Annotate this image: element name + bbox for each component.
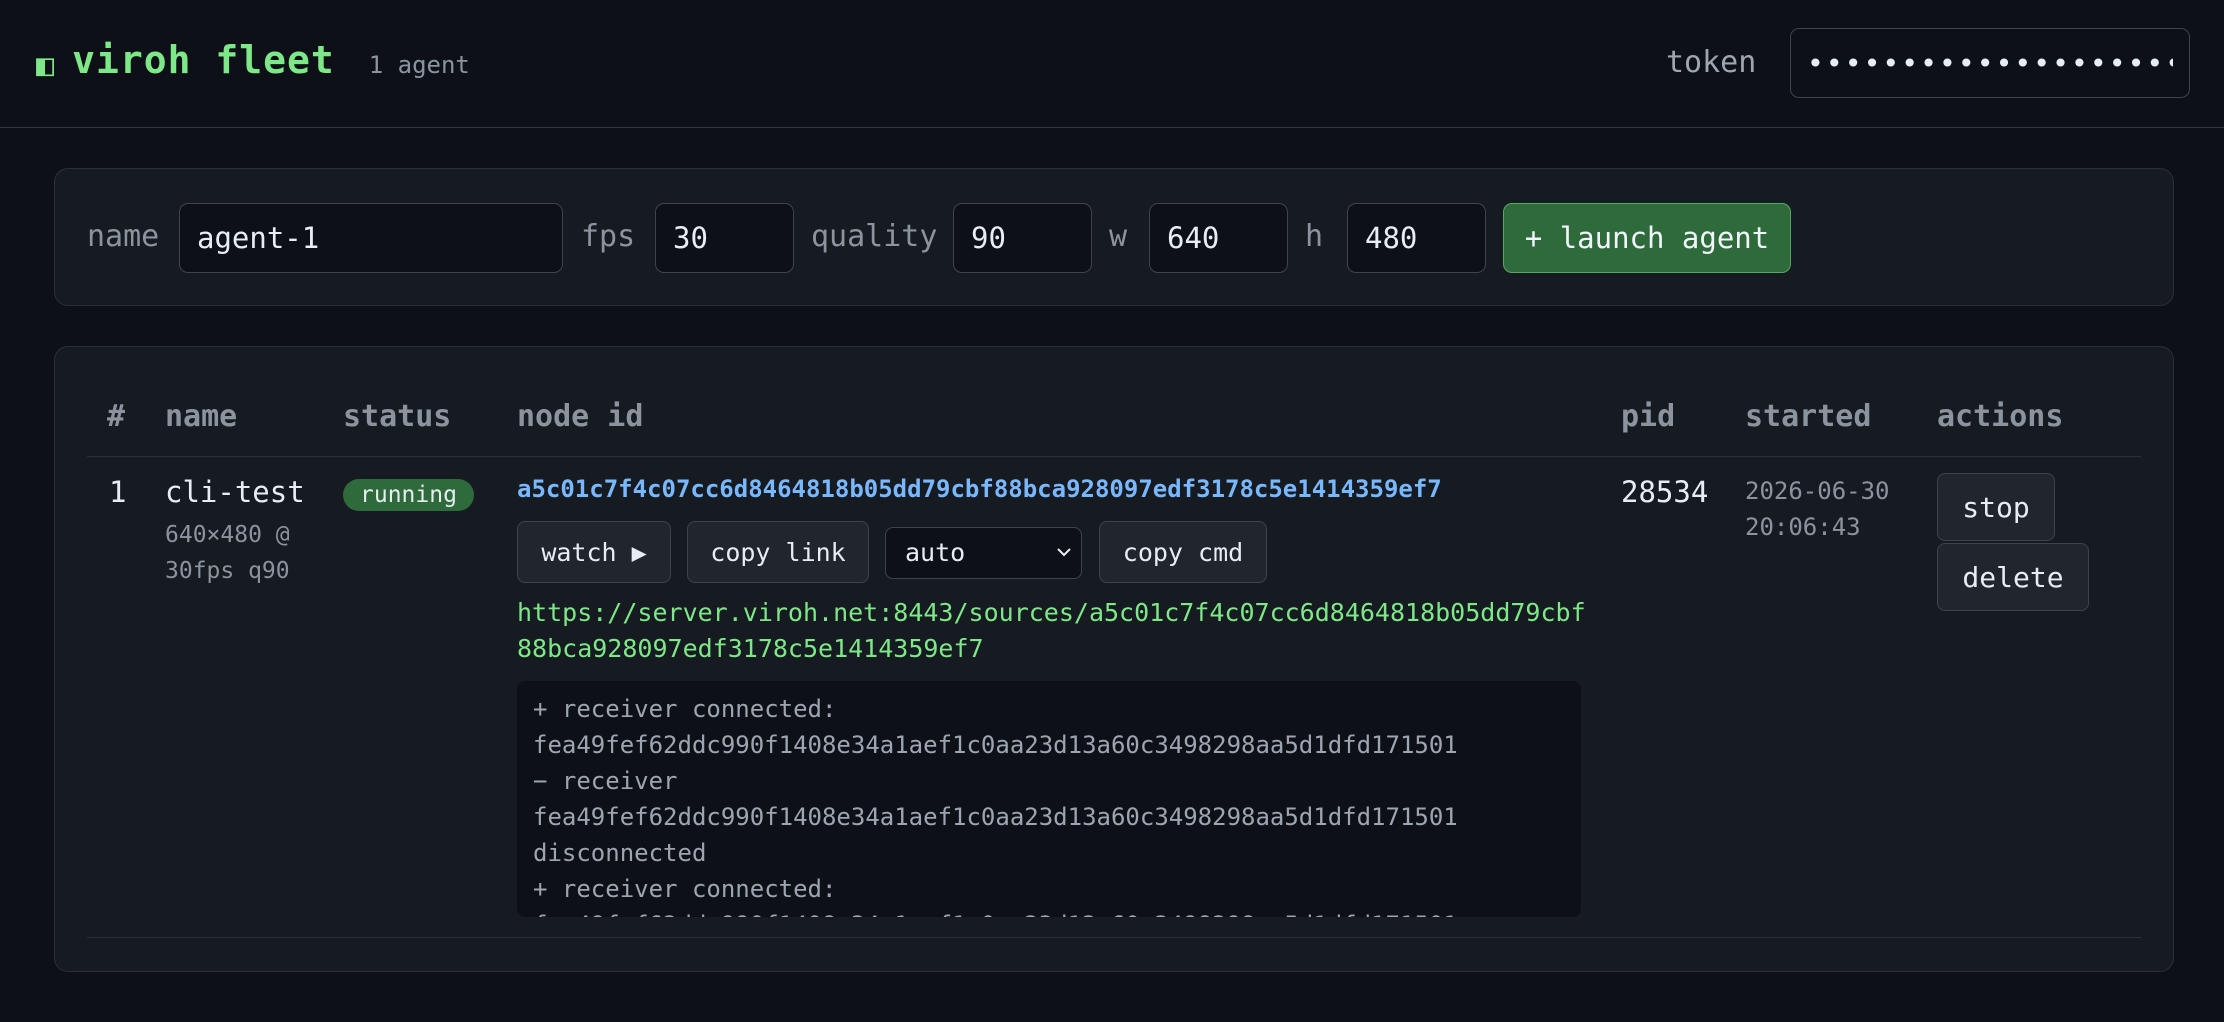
header-actions: actions (1937, 399, 2064, 434)
height-input[interactable] (1347, 203, 1486, 273)
app-title: viroh fleet (72, 38, 335, 82)
agent-count: 1 agent (368, 51, 470, 79)
fps-input[interactable] (655, 203, 794, 273)
mode-select[interactable]: auto (885, 527, 1082, 579)
quality-input[interactable] (953, 203, 1092, 273)
agent-config: 640×480 @ 30fps q90 (165, 522, 290, 584)
top-bar: ◧ viroh fleet 1 agent token (0, 0, 2224, 128)
agent-name: cli-test (165, 475, 305, 509)
height-label: h (1305, 219, 1324, 254)
header-status: status (343, 399, 452, 434)
source-url[interactable]: https://server.viroh.net:8443/sources/a5… (517, 595, 1597, 667)
name-label: name (87, 219, 160, 254)
header-divider (87, 456, 2141, 457)
name-input[interactable] (179, 203, 563, 273)
process-id: 28534 (1621, 475, 1709, 509)
width-label: w (1109, 219, 1128, 254)
launch-agent-button[interactable]: + launch agent (1503, 203, 1791, 273)
header-node-id: node id (517, 399, 644, 434)
header-started: started (1745, 399, 1872, 434)
copy-link-button[interactable]: copy link (687, 521, 869, 583)
brand: ◧ viroh fleet 1 agent (36, 38, 470, 83)
row-index: 1 (109, 475, 127, 509)
fps-label: fps (581, 219, 636, 254)
watch-button[interactable]: watch ▶ (517, 521, 671, 583)
mode-select-value: auto (905, 538, 966, 567)
width-input[interactable] (1149, 203, 1288, 273)
sidebar-panel-icon: ◧ (36, 48, 55, 83)
row-divider (87, 937, 2141, 938)
node-id: a5c01c7f4c07cc6d8464818b05dd79cbf88bca92… (517, 475, 1442, 503)
launch-form: name fps quality w h + launch agent (54, 168, 2174, 306)
stop-button[interactable]: stop (1937, 473, 2055, 541)
status-badge: running (343, 479, 474, 511)
header-index: # (107, 399, 126, 434)
copy-cmd-button[interactable]: copy cmd (1099, 521, 1267, 583)
event-log[interactable]: + receiver connected: fea49fef62ddc990f1… (517, 681, 1581, 917)
token-label: token (1666, 45, 1757, 80)
chevron-down-icon (1057, 548, 1071, 557)
delete-button[interactable]: delete (1937, 543, 2089, 611)
agents-table: # name status node id pid started action… (54, 346, 2174, 972)
header-name: name (165, 399, 238, 434)
quality-label: quality (811, 219, 938, 254)
token-input[interactable] (1790, 28, 2190, 98)
started-time: 2026-06-30 20:06:43 (1745, 477, 1890, 541)
header-pid: pid (1621, 399, 1676, 434)
